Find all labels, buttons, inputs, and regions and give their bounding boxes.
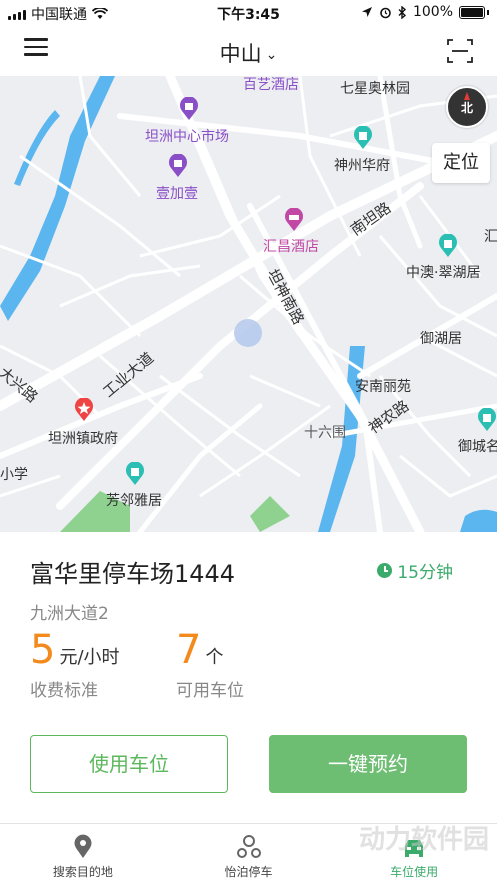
location-arrow-icon: [361, 7, 372, 17]
map-label: 七星奥林园: [340, 81, 410, 97]
map-label: 百艺酒店: [243, 77, 299, 93]
duration-value: 15分钟: [397, 563, 453, 583]
spaces-value: 7: [176, 627, 202, 673]
bottom-tab-bar: 搜索目的地 怡泊停车 车位使用: [0, 823, 497, 884]
spaces-unit: 个: [205, 647, 224, 668]
battery-icon: [459, 5, 485, 19]
spaces-block: 7个 可用车位: [176, 628, 244, 701]
compass-icon[interactable]: 北: [446, 86, 488, 128]
map-label: 芳邻雅居: [106, 493, 162, 509]
use-spot-button[interactable]: 使用车位: [30, 735, 228, 793]
price-block: 5 元/小时 收费标准: [30, 628, 120, 701]
map-label: 壹加壹: [156, 186, 198, 202]
poi-residence-icon[interactable]: [125, 462, 145, 486]
parking-info-panel: 富华里停车场1444 15分钟 九洲大道2 5 元/小时 收费标准 7个 可用车位…: [0, 532, 497, 822]
map-label: 坦洲镇政府: [48, 431, 118, 447]
scan-icon[interactable]: [447, 38, 473, 64]
poi-residence-icon[interactable]: [353, 126, 373, 150]
map-label: 小学: [0, 467, 28, 483]
map-label: 汇昌酒店: [263, 239, 319, 255]
poi-shop-icon[interactable]: [179, 97, 199, 121]
price-caption: 收费标准: [30, 681, 98, 701]
map-label: 御湖居: [420, 331, 462, 347]
parking-address: 九洲大道2: [30, 604, 109, 624]
tab-label: 车位使用: [390, 865, 439, 879]
clock-icon: [377, 563, 393, 578]
poi-residence-icon[interactable]: [477, 408, 497, 432]
reserve-button[interactable]: 一键预约: [269, 735, 467, 793]
map-label: 坦洲中心市场: [145, 129, 229, 145]
map-label: 十六围: [304, 425, 346, 441]
map-label: 神州华府: [334, 158, 390, 174]
parking-lot-name: 富华里停车场1444: [30, 560, 236, 588]
map-label: 汇: [484, 229, 497, 245]
tab-search-destination[interactable]: 搜索目的地: [0, 824, 166, 884]
poi-hotel-icon[interactable]: [284, 208, 304, 232]
poi-government-icon[interactable]: [74, 398, 94, 422]
compass-label: 北: [460, 101, 473, 115]
map-label: 御城名: [458, 439, 497, 455]
city-label: 中山: [219, 42, 262, 66]
alarm-icon: [380, 7, 391, 18]
city-selector[interactable]: 中山 ⌄: [0, 38, 497, 68]
car-icon: [405, 840, 424, 857]
map-canvas: [0, 76, 497, 532]
duration-badge: 15分钟: [377, 558, 453, 583]
tab-label: 怡泊停车: [224, 865, 273, 879]
tab-spot-usage[interactable]: 车位使用: [331, 824, 497, 884]
status-bar: 中国联通 下午3:45 100%: [0, 0, 497, 26]
map-label: 安南丽苑: [355, 379, 411, 395]
poi-shop-icon[interactable]: [168, 154, 188, 178]
map-label: 中澳·翠湖居: [406, 265, 481, 281]
parking-logo-icon: [236, 835, 261, 858]
spaces-caption: 可用车位: [176, 681, 244, 701]
poi-residence-icon[interactable]: [438, 234, 458, 258]
tab-label: 搜索目的地: [52, 865, 113, 879]
price-unit: 元/小时: [59, 647, 120, 668]
battery-percent: 100%: [412, 4, 453, 20]
map-view[interactable]: 百艺酒店 七星奥林园 坦洲中心市场 神州华府 壹加壹 汇昌酒店 南坦路 坦神南路…: [0, 76, 497, 532]
app-header: 中山 ⌄: [0, 26, 497, 76]
tab-yibo-parking[interactable]: 怡泊停车: [166, 824, 332, 884]
chevron-down-icon: ⌄: [265, 47, 278, 63]
bluetooth-icon: [398, 5, 407, 19]
locate-button[interactable]: 定位: [432, 143, 490, 183]
price-value: 5: [30, 627, 56, 673]
location-pin-icon: [74, 834, 92, 858]
